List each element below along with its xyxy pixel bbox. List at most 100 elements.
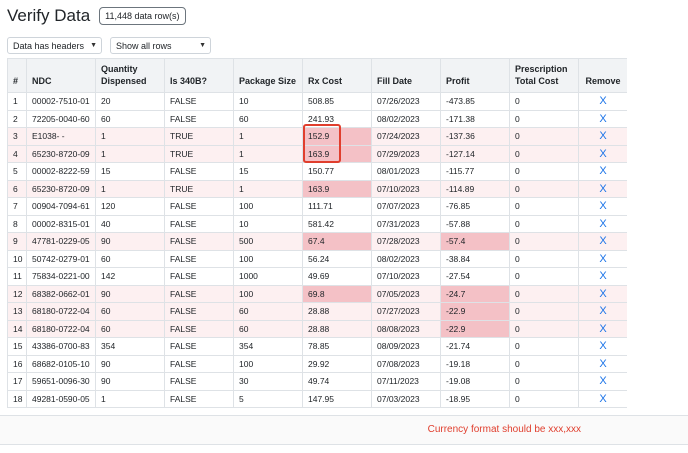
cell-rx-cost: 67.4 — [302, 232, 372, 251]
cell-package-size: 15 — [233, 162, 303, 181]
cell-number: 17 — [7, 372, 27, 391]
rows-filter-value: Show all rows — [116, 40, 172, 51]
cell-prescription-total-cost: 0 — [509, 389, 579, 408]
headers-select[interactable]: Data has headers ▼ — [7, 37, 102, 54]
cell-rx-cost: 163.9 — [302, 179, 372, 198]
cell-number: 18 — [7, 389, 27, 408]
remove-row-button[interactable]: X — [599, 148, 606, 160]
headers-select-value: Data has headers — [13, 40, 85, 51]
cell-profit: -22.9 — [440, 319, 510, 338]
cell-fill-date: 07/24/2023 — [371, 127, 441, 146]
remove-row-button[interactable]: X — [599, 305, 606, 317]
cell-rx-cost: 78.85 — [302, 337, 372, 356]
table-header-row: # NDC Quantity Dispensed Is 340B? Packag… — [7, 58, 627, 93]
remove-cell: X — [578, 232, 627, 251]
rows-filter-select[interactable]: Show all rows ▼ — [110, 37, 211, 54]
remove-row-button[interactable]: X — [599, 340, 606, 352]
cell-profit: -19.18 — [440, 354, 510, 373]
cell-ndc: 00002-8222-59 — [26, 162, 96, 181]
cell-profit: -24.7 — [440, 284, 510, 303]
table-row: 13 68180-0722-04 60 FALSE 60 28.88 07/27/2023-… — [7, 302, 627, 321]
remove-row-button[interactable]: X — [599, 270, 606, 282]
remove-row-button[interactable]: X — [599, 113, 606, 125]
column-header-ndc: NDC — [26, 58, 96, 93]
cell-package-size: 30 — [233, 372, 303, 391]
table-row: 17 59651-0096-30 90 FALSE 30 49.74 07/11/2023-… — [7, 372, 627, 391]
remove-row-button[interactable]: X — [599, 235, 606, 247]
remove-cell: X — [578, 389, 627, 408]
cell-ndc: 43386-0700-83 — [26, 337, 96, 356]
remove-row-button[interactable]: X — [599, 393, 606, 405]
cell-is-340b: FALSE — [164, 249, 234, 268]
remove-row-button[interactable]: X — [599, 323, 606, 335]
cell-rx-cost: 49.69 — [302, 267, 372, 286]
cell-is-340b: FALSE — [164, 284, 234, 303]
cell-quantity-dispensed: 60 — [95, 109, 165, 128]
cell-package-size: 60 — [233, 109, 303, 128]
cell-quantity-dispensed: 60 — [95, 319, 165, 338]
cell-is-340b: TRUE — [164, 144, 234, 163]
cell-ndc: 00904-7094-61 — [26, 197, 96, 216]
remove-cell: X — [578, 319, 627, 338]
cell-ndc: 47781-0229-05 — [26, 232, 96, 251]
remove-row-button[interactable]: X — [599, 358, 606, 370]
remove-row-button[interactable]: X — [599, 200, 606, 212]
cell-package-size: 1 — [233, 127, 303, 146]
cell-is-340b: TRUE — [164, 127, 234, 146]
column-header-prescription-total-cost: Prescription Total Cost — [509, 58, 579, 93]
column-header-number: # — [7, 58, 27, 93]
error-highlight-box — [303, 124, 341, 163]
cell-quantity-dispensed: 60 — [95, 249, 165, 268]
table-row: 9 47781-0229-05 90 FALSE 500 67.4 07/28/2023 -5… — [7, 232, 627, 251]
cell-fill-date: 07/10/2023 — [371, 179, 441, 198]
table-row: 15 43386-0700-83 354 FALSE 354 78.85 08/09/202… — [7, 337, 627, 356]
cell-package-size: 1000 — [233, 267, 303, 286]
cell-rx-cost: 29.92 — [302, 354, 372, 373]
cell-ndc: E1038- - — [26, 127, 96, 146]
cell-prescription-total-cost: 0 — [509, 179, 579, 198]
cell-number: 11 — [7, 267, 27, 286]
cell-quantity-dispensed: 90 — [95, 372, 165, 391]
cell-number: 2 — [7, 109, 27, 128]
cell-fill-date: 07/10/2023 — [371, 267, 441, 286]
cell-ndc: 72205-0040-60 — [26, 109, 96, 128]
cell-quantity-dispensed: 60 — [95, 302, 165, 321]
cell-package-size: 5 — [233, 389, 303, 408]
data-table-container[interactable]: # NDC Quantity Dispensed Is 340B? Packag… — [7, 58, 627, 415]
column-header-remove: Remove — [578, 58, 627, 93]
cell-is-340b: FALSE — [164, 267, 234, 286]
cell-prescription-total-cost: 0 — [509, 337, 579, 356]
cell-profit: -27.54 — [440, 267, 510, 286]
cell-number: 4 — [7, 144, 27, 163]
cell-profit: -127.14 — [440, 144, 510, 163]
cell-fill-date: 07/03/2023 — [371, 389, 441, 408]
column-header-fill-date: Fill Date — [371, 58, 441, 93]
remove-row-button[interactable]: X — [599, 165, 606, 177]
cell-rx-cost: 28.88 — [302, 302, 372, 321]
cell-quantity-dispensed: 1 — [95, 389, 165, 408]
remove-row-button[interactable]: X — [599, 95, 606, 107]
cell-is-340b: FALSE — [164, 389, 234, 408]
cell-package-size: 1 — [233, 144, 303, 163]
remove-row-button[interactable]: X — [599, 218, 606, 230]
cell-package-size: 100 — [233, 197, 303, 216]
cell-quantity-dispensed: 142 — [95, 267, 165, 286]
remove-row-button[interactable]: X — [599, 253, 606, 265]
cell-number: 6 — [7, 179, 27, 198]
remove-cell: X — [578, 144, 627, 163]
cell-is-340b: FALSE — [164, 162, 234, 181]
cell-fill-date: 07/26/2023 — [371, 92, 441, 111]
table-row: 12 68382-0662-01 90 FALSE 100 69.8 07/05/2023-… — [7, 284, 627, 303]
remove-row-button[interactable]: X — [599, 183, 606, 195]
remove-row-button[interactable]: X — [599, 130, 606, 142]
cell-rx-cost: 49.74 — [302, 372, 372, 391]
cell-fill-date: 07/29/2023 — [371, 144, 441, 163]
column-header-quantity-dispensed: Quantity Dispensed — [95, 58, 165, 93]
column-header-package-size: Package Size — [233, 58, 303, 93]
cell-fill-date: 07/27/2023 — [371, 302, 441, 321]
remove-row-button[interactable]: X — [599, 375, 606, 387]
cell-number: 12 — [7, 284, 27, 303]
remove-row-button[interactable]: X — [599, 288, 606, 300]
cell-rx-cost: 581.42 — [302, 214, 372, 233]
cell-package-size: 100 — [233, 284, 303, 303]
